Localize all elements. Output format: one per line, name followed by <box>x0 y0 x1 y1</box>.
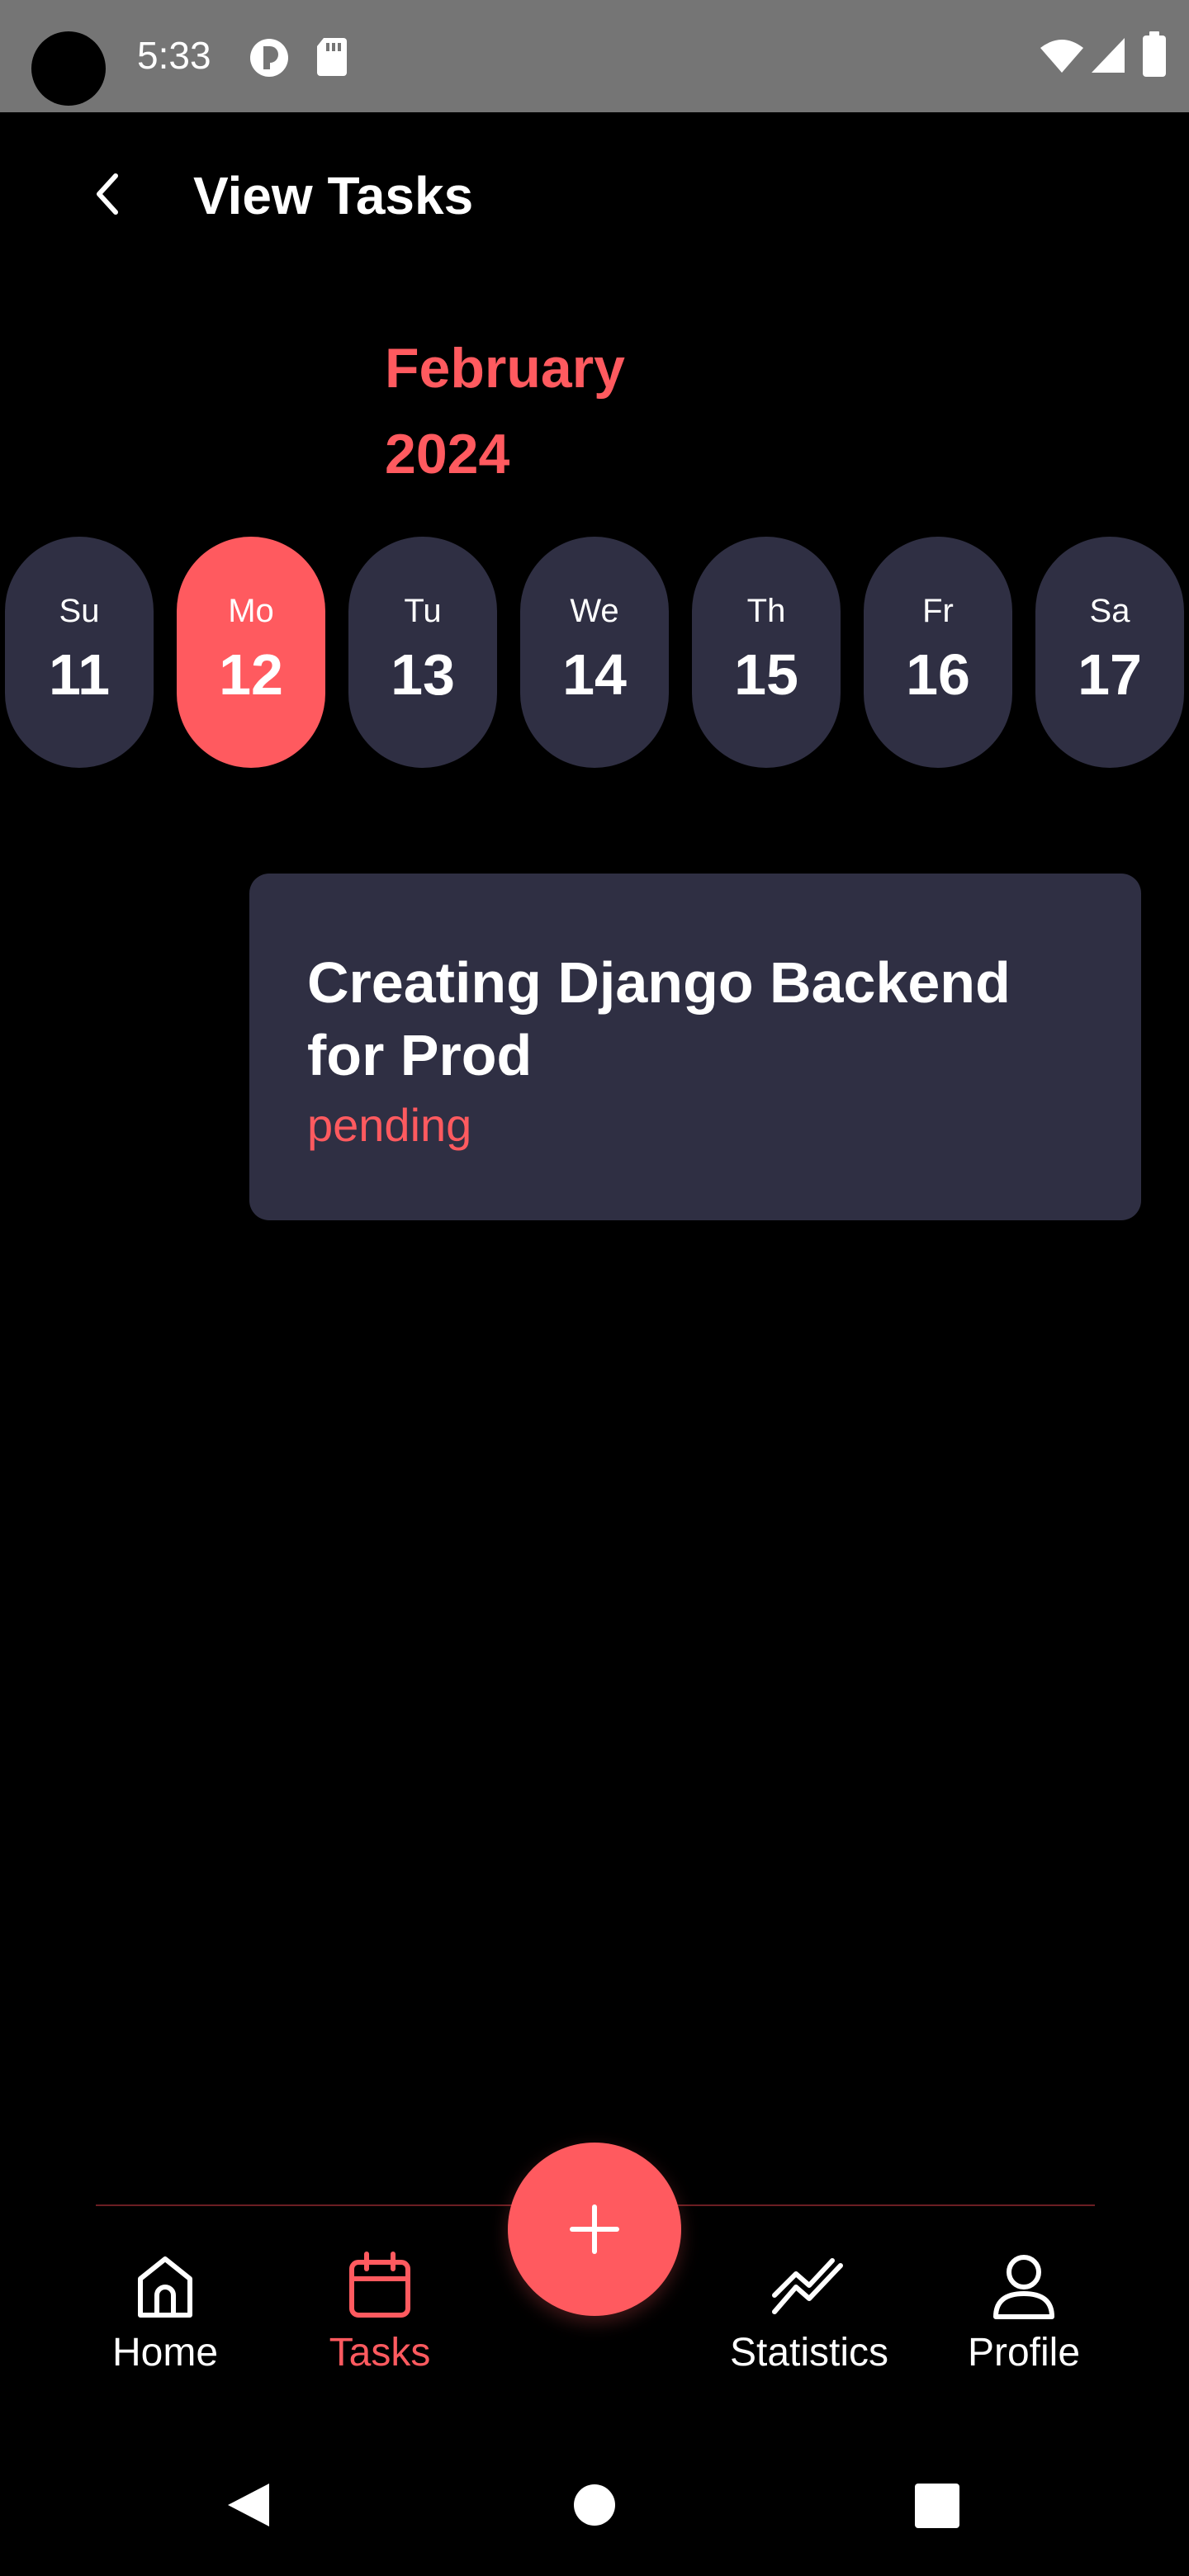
camera-cutout <box>31 31 106 106</box>
nav-label-profile: Profile <box>967 2331 1081 2375</box>
day-name: We <box>570 593 619 629</box>
day-name: Th <box>746 593 786 629</box>
day-name: Sa <box>1089 593 1130 629</box>
day-number: 17 <box>1078 642 1142 707</box>
sd-card-icon <box>317 38 347 76</box>
chart-line-icon <box>772 2258 843 2314</box>
day-chip[interactable]: Fr 16 <box>864 537 1012 768</box>
day-number: 12 <box>219 642 283 707</box>
day-number: 14 <box>562 642 627 707</box>
day-name: Su <box>59 593 100 629</box>
day-chip[interactable]: Sa 17 <box>1035 537 1184 768</box>
home-icon <box>138 2256 192 2318</box>
plus-icon <box>570 2204 619 2254</box>
day-selector: Su 11 Mo 12 Tu 13 We 14 Th 15 Fr 16 Sa 1… <box>0 537 1189 768</box>
status-bar: 5:33 <box>0 0 1189 112</box>
task-card[interactable]: Creating Django Backend for Prod pending <box>249 874 1141 1220</box>
day-name: Mo <box>228 593 274 629</box>
add-task-button[interactable] <box>508 2143 681 2316</box>
day-chip[interactable]: We 14 <box>520 537 669 768</box>
person-icon <box>993 2255 1054 2319</box>
year-label: 2024 <box>385 423 510 485</box>
day-number: 15 <box>734 642 798 707</box>
day-number: 13 <box>391 642 455 707</box>
nav-item-tasks[interactable]: Tasks <box>281 2246 479 2386</box>
nav-label-statistics: Statistics <box>729 2331 889 2375</box>
day-name: Fr <box>922 593 954 629</box>
day-chip[interactable]: Th 15 <box>692 537 841 768</box>
wifi-icon <box>1040 40 1083 73</box>
notification-app-icon <box>250 39 288 77</box>
day-number: 16 <box>906 642 970 707</box>
battery-icon <box>1143 31 1166 77</box>
day-number: 11 <box>49 642 110 707</box>
task-status: pending <box>307 1099 472 1151</box>
nav-label-tasks: Tasks <box>329 2331 431 2375</box>
month-year-label: February 2024 <box>385 325 715 497</box>
status-time: 5:33 <box>137 34 211 77</box>
back-button[interactable] <box>74 157 140 231</box>
day-chip[interactable]: Tu 13 <box>348 537 497 768</box>
cellular-signal-icon <box>1092 38 1125 73</box>
day-chip-selected[interactable]: Mo 12 <box>177 537 325 768</box>
day-name: Tu <box>404 593 442 629</box>
chevron-left-icon <box>97 173 118 215</box>
page-title: View Tasks <box>193 166 474 225</box>
nav-item-statistics[interactable]: Statistics <box>710 2246 908 2386</box>
nav-label-home: Home <box>111 2331 219 2375</box>
calendar-icon <box>349 2252 410 2318</box>
system-recents-icon[interactable] <box>915 2484 959 2528</box>
nav-item-profile[interactable]: Profile <box>925 2246 1123 2386</box>
system-home-icon[interactable] <box>573 2484 616 2526</box>
month-label: February <box>385 337 625 400</box>
task-title: Creating Django Backend for Prod <box>307 950 1011 1087</box>
nav-item-home[interactable]: Home <box>66 2246 264 2386</box>
day-chip[interactable]: Su 11 <box>5 537 154 768</box>
system-back-icon[interactable] <box>223 2480 272 2530</box>
